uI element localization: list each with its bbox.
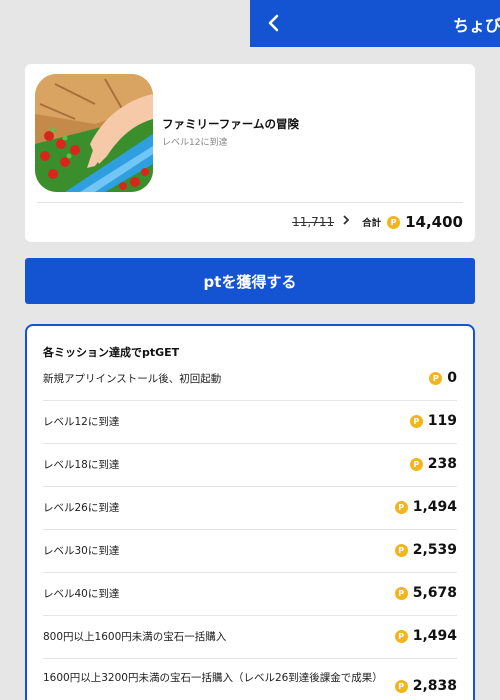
app-title: ファミリーファームの冒険 bbox=[162, 117, 299, 131]
point-coin-icon: P bbox=[409, 414, 423, 428]
point-coin-icon: P bbox=[394, 500, 408, 514]
mission-label: 新規アプリインストール後、初回起動 bbox=[43, 373, 222, 385]
mission-row: 800円以上1600円未満の宝石一括購入 P 1,494 bbox=[43, 616, 457, 659]
mission-label: 800円以上1600円未満の宝石一括購入 bbox=[43, 631, 227, 643]
mission-value: 2,539 bbox=[412, 542, 457, 558]
mission-value: 5,678 bbox=[412, 585, 457, 601]
old-price: 11,711 bbox=[292, 215, 335, 229]
missions-panel: 各ミッション達成でptGET 新規アプリインストール後、初回起動 P0 レベル1… bbox=[25, 324, 475, 700]
mission-points: P 5,678 bbox=[394, 585, 457, 601]
mission-row: 1600円以上3200円未満の宝石一括購入（レベル26到達後課金で成果） P 2,… bbox=[43, 659, 457, 700]
back-chevron-icon[interactable] bbox=[262, 8, 286, 45]
page-title: ちょび bbox=[453, 16, 500, 35]
mission-list: 新規アプリインストール後、初回起動 P0 レベル12に到達 P 119 レベル18… bbox=[43, 361, 457, 700]
point-coin-icon: P bbox=[394, 629, 408, 643]
mission-label: レベル26に到達 bbox=[43, 502, 120, 514]
mission-points: P 1,494 bbox=[394, 499, 457, 515]
total-points: 14,400 bbox=[405, 213, 463, 231]
chevron-right-icon bbox=[342, 214, 350, 230]
mission-points: P0 bbox=[429, 370, 457, 386]
point-coin-icon: P bbox=[409, 457, 423, 471]
mission-value: 238 bbox=[427, 456, 457, 472]
divider bbox=[37, 202, 463, 203]
point-coin-icon: P bbox=[394, 586, 408, 600]
top-bar: ちょび bbox=[250, 0, 500, 47]
price-row: 11,711 合計 P 14,400 bbox=[292, 212, 463, 232]
mission-value: 119 bbox=[427, 413, 457, 429]
mission-row: レベル18に到達 P 238 bbox=[43, 444, 457, 487]
mission-points: P 1,494 bbox=[394, 628, 457, 644]
mission-label: レベル30に到達 bbox=[43, 545, 120, 557]
mission-points: P 2,539 bbox=[394, 542, 457, 558]
mission-label: レベル18に到達 bbox=[43, 459, 120, 471]
mission-value: 1,494 bbox=[412, 628, 457, 644]
mission-row: レベル40に到達 P 5,678 bbox=[43, 573, 457, 616]
mission-row: 新規アプリインストール後、初回起動 P0 bbox=[43, 361, 457, 401]
total-label: 合計 bbox=[362, 218, 382, 229]
mission-points: P 238 bbox=[409, 456, 457, 472]
app-card[interactable]: ファミリーファームの冒険 レベル12に到達 11,711 合計 P 14,400 bbox=[25, 64, 475, 242]
mission-points: P 119 bbox=[409, 413, 457, 429]
point-coin-icon: P bbox=[429, 371, 443, 385]
mission-label: 1600円以上3200円未満の宝石一括購入（レベル26到達後課金で成果） bbox=[43, 672, 383, 684]
mission-row: レベル26に到達 P 1,494 bbox=[43, 487, 457, 530]
point-coin-icon: P bbox=[394, 543, 408, 557]
mission-row: レベル30に到達 P 2,539 bbox=[43, 530, 457, 573]
mission-label: レベル40に到達 bbox=[43, 588, 120, 600]
missions-title: 各ミッション達成でptGET bbox=[43, 346, 180, 359]
get-points-button[interactable]: ptを獲得する bbox=[25, 258, 475, 304]
app-subtitle: レベル12に到達 bbox=[162, 138, 228, 148]
point-coin-icon: P bbox=[387, 215, 401, 229]
mission-value: 1,494 bbox=[412, 499, 457, 515]
app-icon bbox=[35, 74, 153, 192]
mission-points: P 2,838 bbox=[394, 678, 457, 694]
mission-label: レベル12に到達 bbox=[43, 416, 120, 428]
point-coin-icon: P bbox=[394, 679, 408, 693]
mission-row: レベル12に到達 P 119 bbox=[43, 401, 457, 444]
mission-value: 0 bbox=[447, 370, 457, 386]
mission-value: 2,838 bbox=[412, 678, 457, 694]
